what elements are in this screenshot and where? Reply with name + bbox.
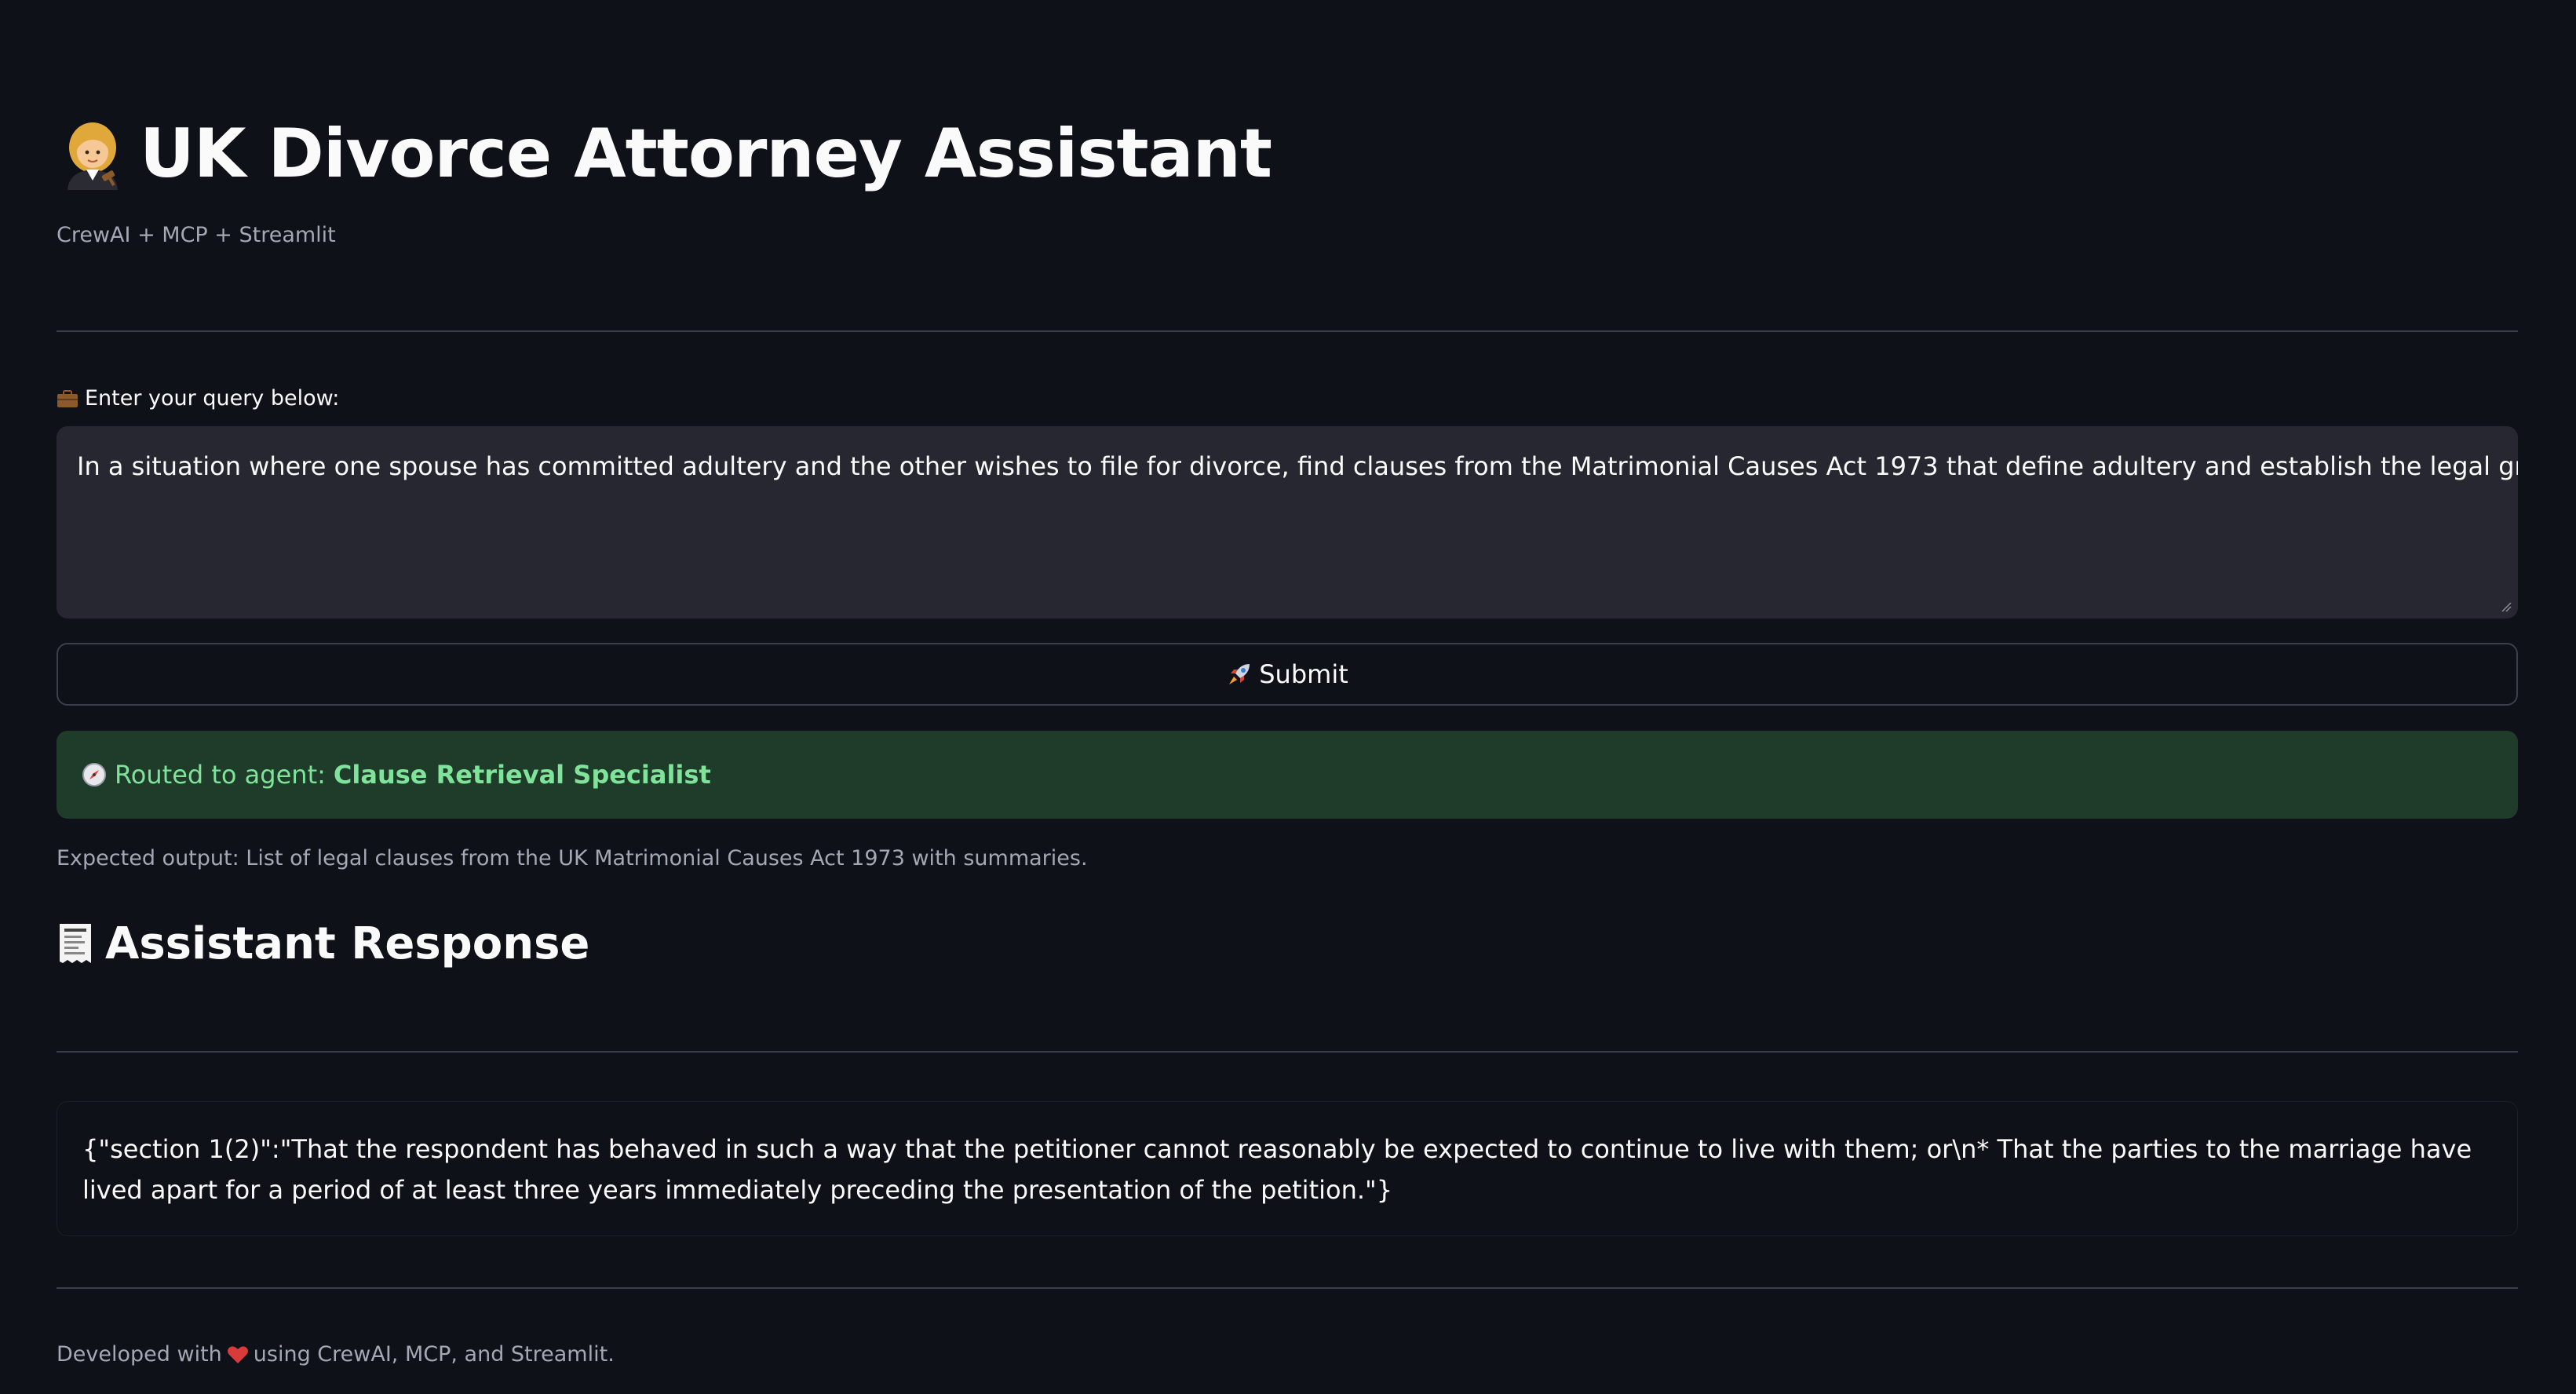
response-heading: Assistant Response <box>57 918 589 969</box>
heart-icon <box>227 1345 248 1363</box>
receipt-icon <box>60 923 91 963</box>
query-textarea-value: In a situation where one spouse has comm… <box>77 451 2518 481</box>
submit-button-label: Submit <box>1259 659 1348 689</box>
expected-output-caption: Expected output: List of legal clauses f… <box>57 846 1088 870</box>
query-textarea[interactable]: In a situation where one spouse has comm… <box>57 426 2518 619</box>
routing-prefix: Routed to agent: <box>115 760 326 790</box>
briefcase-icon <box>57 389 78 407</box>
query-label-text: Enter your query below: <box>85 386 340 411</box>
rocket-icon <box>1229 664 1250 684</box>
compass-icon <box>82 763 106 786</box>
divider <box>57 1051 2518 1053</box>
submit-button[interactable]: Submit <box>57 643 2518 706</box>
response-heading-text: Assistant Response <box>105 918 590 969</box>
response-text: {"section 1(2)":"That the respondent has… <box>82 1134 2472 1205</box>
response-card: {"section 1(2)":"That the respondent has… <box>57 1101 2518 1236</box>
footer-suffix: using CrewAI, MCP, and Streamlit. <box>253 1342 615 1367</box>
page-title-text: UK Divorce Attorney Assistant <box>140 115 1272 193</box>
query-label: Enter your query below: <box>57 386 339 411</box>
divider <box>57 1287 2518 1289</box>
page-caption: CrewAI + MCP + Streamlit <box>57 223 336 247</box>
footer-prefix: Developed with <box>57 1342 222 1367</box>
page-title: UK Divorce Attorney Assistant <box>57 110 1272 198</box>
resize-handle-icon[interactable] <box>2499 600 2512 612</box>
woman-judge-icon <box>68 122 118 190</box>
footer: Developed with using CrewAI, MCP, and St… <box>57 1342 615 1367</box>
divider <box>57 330 2518 332</box>
routing-agent-name: Clause Retrieval Specialist <box>333 760 711 790</box>
routing-alert: Routed to agent: Clause Retrieval Specia… <box>57 731 2518 819</box>
